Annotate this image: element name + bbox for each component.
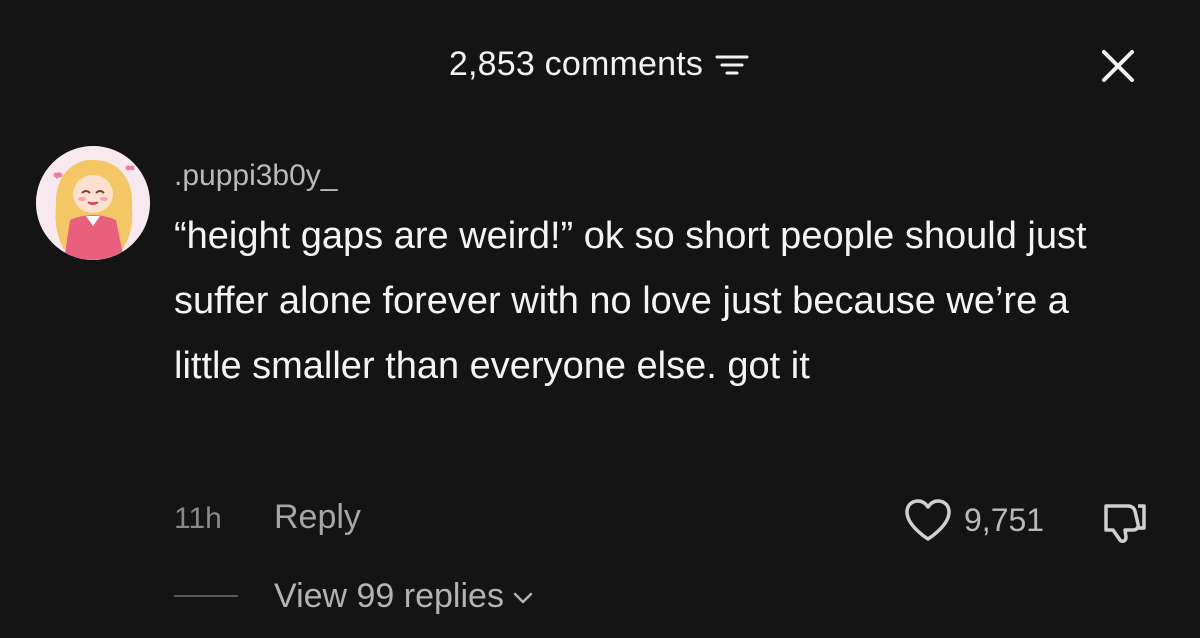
view-replies-button[interactable]: View 99 replies [274, 577, 534, 616]
like-count: 9,751 [964, 501, 1045, 538]
comments-panel: 2,853 comments .puppi3b0y_ “height gaps … [0, 0, 1200, 638]
avatar[interactable] [36, 146, 150, 260]
comment-count: 2,853 comments [448, 44, 704, 83]
view-replies-row: View 99 replies [174, 570, 534, 622]
comments-title-group: 2,853 comments [0, 36, 1200, 92]
chevron-down-icon [513, 592, 533, 604]
heart-icon[interactable] [902, 497, 954, 543]
comment-username[interactable]: .puppi3b0y_ [174, 156, 1154, 196]
comment-timestamp: 11h [174, 502, 222, 535]
comment-actions: 11h Reply 9,751 [174, 496, 1164, 544]
close-button[interactable] [1092, 40, 1144, 92]
close-icon [1102, 50, 1134, 82]
reply-button[interactable]: Reply [274, 498, 361, 537]
comment-text: “height gaps are weird!” ok so short peo… [174, 215, 1087, 387]
sort-icon[interactable] [713, 51, 751, 81]
like-group: 9,751 [902, 496, 1044, 544]
view-replies-label: View 99 replies [274, 576, 504, 615]
comment-body: .puppi3b0y_ “height gaps are weird!” ok … [174, 142, 1154, 399]
comments-header: 2,853 comments [0, 36, 1200, 92]
dislike-icon[interactable] [1098, 498, 1150, 544]
replies-divider [174, 595, 238, 597]
